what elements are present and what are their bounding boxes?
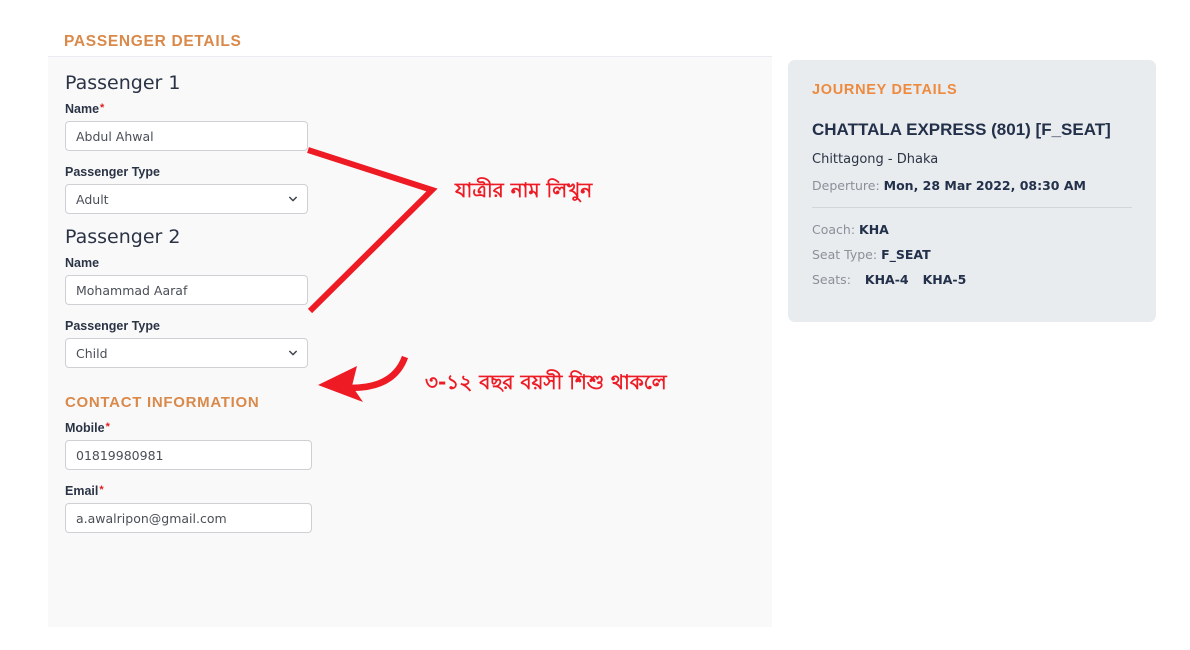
passenger-2-name-label: Name (65, 256, 485, 270)
mobile-label-text: Mobile (65, 421, 105, 435)
coach-label: Coach: (812, 222, 856, 237)
contact-information-heading: CONTACT INFORMATION (65, 394, 260, 411)
seat-type-value: F_SEAT (881, 247, 931, 262)
passenger-2-type-select[interactable] (65, 338, 308, 368)
passenger-1-type-label: Passenger Type (65, 165, 160, 179)
passenger-details-heading: PASSENGER DETAILS (64, 33, 242, 50)
seat-type-label: Seat Type: (812, 247, 878, 262)
seats-row: Seats: KHA-4 KHA-5 (812, 272, 1132, 287)
seat-type-row: Seat Type: F_SEAT (812, 247, 1132, 262)
mobile-label: Mobile* (65, 421, 485, 435)
passenger-1-name-label-text: Name (65, 102, 100, 116)
journey-details-heading: JOURNEY DETAILS (812, 82, 958, 98)
required-asterisk: * (99, 484, 104, 496)
annotation-text-child: ৩-১২ বছর বয়সী শিশু থাকলে (425, 370, 667, 394)
departure-label: Deperture: (812, 178, 880, 193)
passenger-1-name-input[interactable] (65, 121, 308, 151)
passenger-2-type-label: Passenger Type (65, 319, 160, 333)
journey-divider (812, 207, 1132, 208)
required-asterisk: * (105, 421, 110, 433)
annotation-text-name: যাত্রীর নাম লিখুন (455, 178, 593, 202)
passenger-1-type-select[interactable] (65, 184, 308, 214)
email-input[interactable] (65, 503, 312, 533)
journey-route: Chittagong - Dhaka (812, 152, 939, 167)
email-label: Email* (65, 484, 485, 498)
passenger-2-name-input[interactable] (65, 275, 308, 305)
departure-value: Mon, 28 Mar 2022, 08:30 AM (883, 178, 1086, 193)
required-asterisk: * (100, 102, 105, 114)
mobile-input[interactable] (65, 440, 312, 470)
train-name: CHATTALA EXPRESS (801) [F_SEAT] (812, 120, 1111, 139)
email-label-text: Email (65, 484, 99, 498)
passenger-2-title: Passenger 2 (65, 226, 181, 248)
seat-number: KHA-5 (922, 272, 967, 287)
passenger-2-name-label-text: Name (65, 256, 100, 270)
seat-number: KHA-4 (864, 272, 909, 287)
coach-value: KHA (859, 222, 889, 237)
passenger-form: Passenger 1 Name* Passenger Type Passeng… (65, 72, 485, 533)
departure-row: Deperture: Mon, 28 Mar 2022, 08:30 AM (812, 178, 1132, 193)
coach-row: Coach: KHA (812, 222, 1132, 237)
passenger-2-type-select-wrap[interactable] (65, 338, 308, 368)
seats-label: Seats: (812, 272, 851, 287)
passenger-1-title: Passenger 1 (65, 72, 181, 94)
passenger-1-type-select-wrap[interactable] (65, 184, 308, 214)
journey-details-card: JOURNEY DETAILS CHATTALA EXPRESS (801) [… (788, 60, 1156, 322)
passenger-1-name-label: Name* (65, 102, 485, 116)
